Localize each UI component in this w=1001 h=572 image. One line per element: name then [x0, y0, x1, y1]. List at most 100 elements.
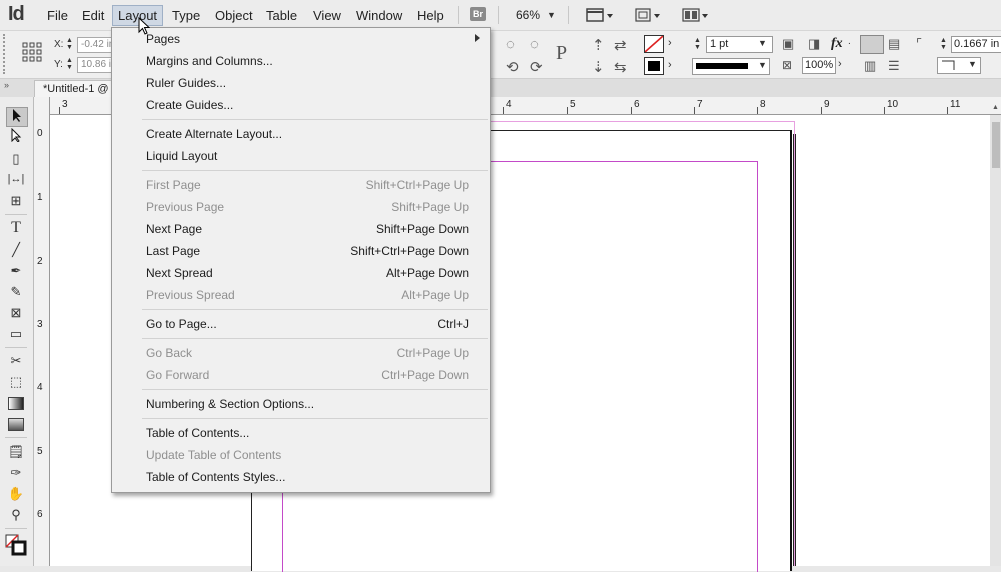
text-wrap-bbox-icon[interactable]: ▤	[888, 36, 900, 52]
menu-item-last-page[interactable]: Last Page Shift+Ctrl+Page Down	[112, 240, 490, 262]
reference-point-icon[interactable]	[22, 42, 42, 62]
text-wrap-jump-icon[interactable]: ☰	[888, 58, 900, 74]
hand-tool-icon[interactable]: ✋	[6, 485, 26, 503]
scissors-tool-icon[interactable]: ✂	[6, 352, 26, 370]
rectangle-tool-icon[interactable]: ▭	[6, 325, 26, 343]
menu-item-next-page[interactable]: Next Page Shift+Page Down	[112, 218, 490, 240]
select-container-icon[interactable]: ⇡	[592, 36, 605, 54]
menu-object[interactable]: Object	[215, 8, 253, 23]
menu-help[interactable]: Help	[417, 8, 444, 23]
fill-swatch-icon[interactable]	[644, 35, 664, 53]
arrange-documents-icon[interactable]	[682, 6, 710, 27]
menu-view[interactable]: View	[313, 8, 341, 23]
menu-item-label: Pages	[146, 32, 181, 46]
menu-item-go-to-page[interactable]: Go to Page... Ctrl+J	[112, 313, 490, 335]
direct-selection-tool-icon[interactable]	[6, 127, 26, 146]
menu-type[interactable]: Type	[172, 8, 200, 23]
text-wrap-none-icon[interactable]	[860, 35, 884, 54]
paragraph-orientation-icon[interactable]: P	[556, 42, 567, 65]
menu-item-go-back[interactable]: Go Back Ctrl+Page Up	[112, 342, 490, 364]
zoom-tool-icon[interactable]: ⚲	[6, 506, 26, 524]
flip-horizontal-icon[interactable]: ⟲	[506, 58, 519, 76]
gradient-swatch-tool-icon[interactable]	[6, 394, 26, 412]
opacity-icon[interactable]: ⊠	[782, 58, 792, 72]
menu-table[interactable]: Table	[266, 8, 297, 23]
drop-shadow-icon[interactable]: ◨	[808, 36, 820, 52]
menu-item-create-guides[interactable]: Create Guides...	[112, 94, 490, 116]
vertical-scrollbar[interactable]	[990, 115, 1001, 566]
bridge-button[interactable]: Br	[470, 7, 486, 21]
view-options-icon[interactable]	[586, 6, 614, 27]
effects-fx-icon[interactable]: fx	[831, 36, 843, 52]
opacity-field[interactable]: 100%	[802, 57, 836, 74]
zoom-level-field[interactable]: 66%	[516, 8, 540, 22]
menu-item-label: Numbering & Section Options...	[146, 397, 315, 411]
menu-edit[interactable]: Edit	[82, 8, 104, 23]
menu-item-go-forward[interactable]: Go Forward Ctrl+Page Down	[112, 364, 490, 386]
menu-item-margins-and-columns[interactable]: Margins and Columns...	[112, 50, 490, 72]
opacity-menu-icon[interactable]: ›	[838, 58, 842, 70]
vertical-ruler[interactable]	[34, 114, 50, 566]
stroke-type-dropdown-icon[interactable]: ▼	[758, 60, 767, 70]
corner-size-stepper-icon[interactable]: ▲ ▼	[940, 37, 947, 51]
menu-item-first-page[interactable]: First Page Shift+Ctrl+Page Up	[112, 174, 490, 196]
menu-item-liquid-layout[interactable]: Liquid Layout	[112, 145, 490, 167]
menu-item-previous-spread[interactable]: Previous Spread Alt+Page Up	[112, 284, 490, 306]
content-collector-icon[interactable]: ⊞	[6, 192, 26, 210]
zoom-dropdown-icon[interactable]: ▼	[547, 10, 556, 20]
select-previous-object-icon[interactable]: ⇄	[614, 36, 627, 54]
type-tool-icon[interactable]: T	[6, 219, 26, 237]
screen-mode-icon[interactable]	[634, 6, 662, 27]
menu-item-table-of-contents-styles[interactable]: Table of Contents Styles...	[112, 466, 490, 488]
text-wrap-shape-icon[interactable]: ▥	[864, 58, 876, 74]
line-tool-icon[interactable]: ╱	[6, 241, 26, 259]
pencil-tool-icon[interactable]: ✎	[6, 283, 26, 301]
scrollbar-thumb[interactable]	[992, 122, 1000, 168]
page-tool-icon[interactable]: ▯	[6, 150, 26, 168]
menu-item-numbering-section-options[interactable]: Numbering & Section Options...	[112, 393, 490, 415]
stroke-menu-icon[interactable]: ›	[668, 59, 672, 71]
rotate-ccw-icon[interactable]: ◌	[530, 36, 539, 53]
panel-collapse-icon[interactable]: »	[4, 80, 9, 90]
selection-tool-icon[interactable]	[6, 107, 28, 127]
panel-grip[interactable]	[3, 34, 8, 74]
rotate-cw-icon[interactable]: ◌	[506, 36, 515, 53]
x-stepper-icon[interactable]: ▲ ▼	[66, 37, 73, 51]
select-next-object-icon[interactable]: ⇆	[614, 58, 627, 76]
ruler-origin[interactable]	[34, 97, 50, 115]
fill-menu-icon[interactable]: ›	[668, 37, 672, 49]
gradient-feather-tool-icon[interactable]	[6, 415, 26, 433]
menu-item-previous-page[interactable]: Previous Page Shift+Page Up	[112, 196, 490, 218]
scroll-up-icon[interactable]: ▲	[992, 104, 999, 111]
stroke-weight-stepper-icon[interactable]: ▲ ▼	[694, 37, 701, 51]
menu-item-update-table-of-contents[interactable]: Update Table of Contents	[112, 444, 490, 466]
ruler-tick	[503, 107, 504, 114]
stroke-swatch-icon[interactable]	[644, 57, 664, 75]
eyedropper-tool-icon[interactable]: ✑	[6, 464, 26, 482]
menu-item-next-spread[interactable]: Next Spread Alt+Page Down	[112, 262, 490, 284]
rectangle-frame-tool-icon[interactable]: ⊠	[6, 304, 26, 322]
menu-file[interactable]: File	[47, 8, 68, 23]
frame-fitting-icon[interactable]: ▣	[782, 36, 794, 52]
fill-stroke-icon[interactable]	[5, 534, 27, 556]
menu-item-create-alternate-layout[interactable]: Create Alternate Layout...	[112, 123, 490, 145]
flip-vertical-icon[interactable]: ⟳	[530, 58, 543, 76]
menu-item-ruler-guides[interactable]: Ruler Guides...	[112, 72, 490, 94]
free-transform-tool-icon[interactable]: ⬚	[6, 373, 26, 391]
y-stepper-icon[interactable]: ▲ ▼	[66, 57, 73, 71]
effects-menu-icon[interactable]: .	[848, 36, 851, 47]
selection-arrow-glyph	[13, 109, 21, 122]
menu-item-pages[interactable]: Pages	[112, 28, 490, 50]
menu-window[interactable]: Window	[356, 8, 402, 23]
menu-separator	[142, 389, 488, 390]
corner-options-icon[interactable]: ⌜	[916, 36, 922, 52]
mouse-cursor-icon	[138, 16, 151, 38]
corner-shape-dropdown-icon[interactable]: ▼	[968, 59, 977, 69]
select-content-icon[interactable]: ⇣	[592, 58, 605, 76]
stroke-weight-dropdown-icon[interactable]: ▼	[758, 38, 767, 48]
gap-tool-icon[interactable]: |↔|	[6, 170, 26, 188]
menu-item-table-of-contents[interactable]: Table of Contents...	[112, 422, 490, 444]
corner-size-field[interactable]: 0.1667 in	[951, 36, 1001, 53]
pen-tool-icon[interactable]: ✒	[6, 262, 26, 280]
note-tool-icon[interactable]: 🗒	[6, 443, 26, 461]
